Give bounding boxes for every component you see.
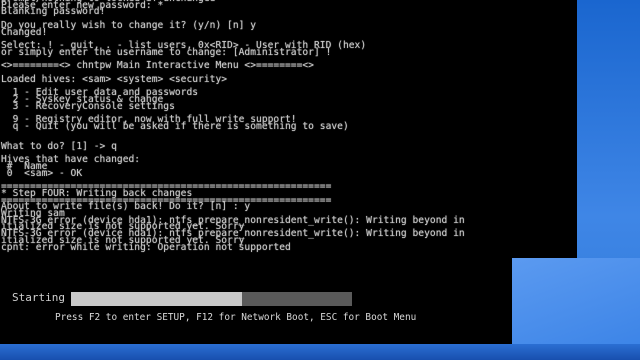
- console-line: cpnt: error while writing: Operation not…: [1, 241, 291, 253]
- console-line: Blanking password!: [1, 6, 106, 18]
- taskbar-strip: [0, 344, 640, 360]
- boot-progress-fill: [71, 292, 242, 306]
- console-window[interactable]: prompt/nothing to locked if unchangedPle…: [0, 0, 577, 258]
- console-line: 3 - RecoveryConsole settings: [1, 100, 175, 112]
- desktop-background-light: [512, 258, 640, 348]
- boot-key-hint: Press F2 to enter SETUP, F12 for Network…: [55, 312, 417, 323]
- console-line: What to do? [1] -> q: [1, 140, 117, 152]
- console-line: 0 <sam> - OK: [1, 167, 83, 179]
- console-line: <>========<> chntpw Main Interactive Men…: [1, 60, 314, 72]
- boot-progress-bar: [71, 292, 352, 306]
- console-line: Changed!: [1, 26, 48, 38]
- starting-label: Starting: [12, 291, 65, 304]
- console-line: Loaded hives: <sam> <system> <security>: [1, 73, 228, 85]
- screen: prompt/nothing to locked if unchangedPle…: [0, 0, 640, 360]
- console-line: or simply enter the username to change: …: [1, 46, 332, 58]
- console-line: q - Quit (you will be asked if there is …: [1, 120, 349, 132]
